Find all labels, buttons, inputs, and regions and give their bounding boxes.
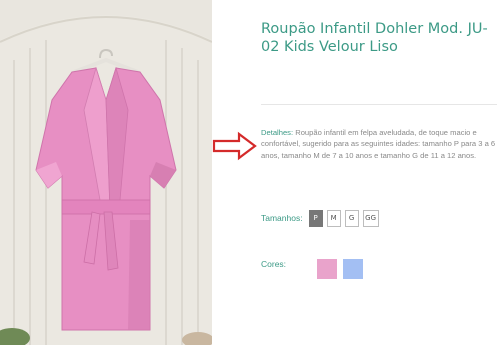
product-image	[0, 0, 212, 345]
size-selector: Tamanhos: P M G GG	[261, 208, 379, 228]
robe-illustration	[0, 0, 212, 345]
divider	[261, 104, 497, 105]
product-title: Roupão Infantil Dohler Mod. JU-02 Kids V…	[261, 21, 488, 55]
color-swatch-blue[interactable]	[343, 259, 363, 279]
details-label: Detalhes:	[261, 128, 294, 137]
size-option-p[interactable]: P	[308, 209, 323, 227]
colors-label: Cores:	[261, 259, 287, 269]
size-option-m[interactable]: M	[326, 209, 341, 227]
color-swatch-pink[interactable]	[317, 259, 337, 279]
arrow-right-icon	[212, 131, 257, 161]
size-option-gg[interactable]: GG	[362, 209, 379, 227]
size-option-g[interactable]: G	[344, 209, 359, 227]
details-text: Roupão infantil em felpa aveludada, de t…	[261, 128, 496, 160]
product-details: Detalhes: Roupão infantil em felpa avelu…	[261, 127, 497, 161]
sizes-label: Tamanhos:	[261, 213, 303, 223]
